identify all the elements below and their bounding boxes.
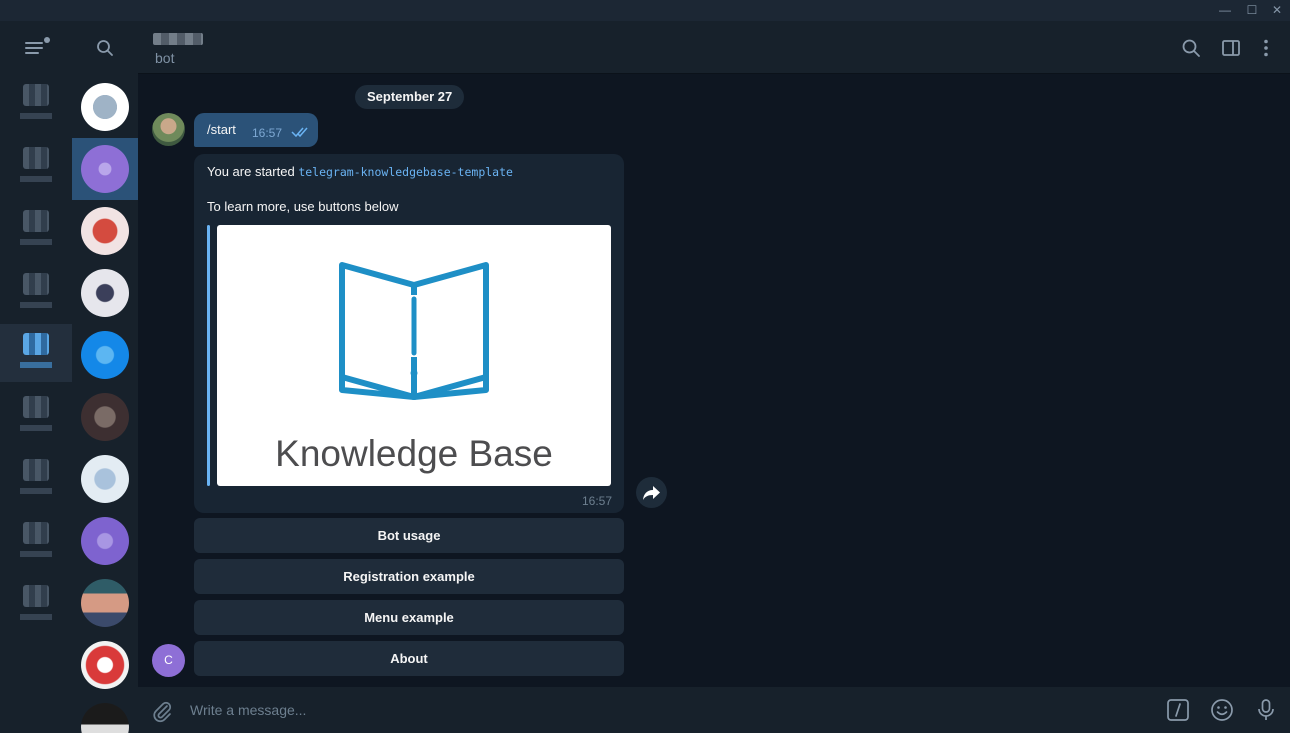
chat-list-item[interactable] bbox=[72, 262, 138, 324]
bot-button-usage[interactable]: Bot usage bbox=[194, 518, 624, 553]
folder-item[interactable] bbox=[0, 387, 72, 445]
close-button[interactable]: ✕ bbox=[1268, 2, 1286, 19]
folder-item[interactable] bbox=[0, 75, 72, 133]
peer-status: bot bbox=[155, 50, 175, 66]
avatar bbox=[81, 455, 129, 503]
chat-list-item[interactable] bbox=[72, 696, 138, 733]
chat-list-item[interactable] bbox=[72, 324, 138, 386]
avatar bbox=[81, 579, 129, 627]
message-area: September 27 /start 16:57 You are starte… bbox=[138, 75, 1290, 687]
chat-list-item[interactable] bbox=[72, 448, 138, 510]
chat-list bbox=[72, 21, 138, 733]
emoji-icon[interactable] bbox=[1210, 698, 1234, 722]
folder-item[interactable] bbox=[0, 576, 72, 634]
date-separator: September 27 bbox=[355, 85, 465, 109]
incoming-message[interactable]: You are started telegram-knowledgebase-t… bbox=[194, 154, 624, 513]
search-icon[interactable] bbox=[96, 39, 114, 57]
folder-item[interactable] bbox=[0, 138, 72, 196]
message-text: /start bbox=[207, 122, 236, 137]
folder-sidebar bbox=[0, 21, 72, 733]
sidebar-toggle-icon[interactable] bbox=[1220, 37, 1242, 59]
chat-header: bot bbox=[138, 21, 1290, 74]
chat-list-item[interactable] bbox=[72, 510, 138, 572]
slash-command-icon[interactable] bbox=[1166, 698, 1190, 722]
chat-list-item-active[interactable] bbox=[72, 138, 138, 200]
bot-button-about[interactable]: About bbox=[194, 641, 624, 676]
forward-button[interactable] bbox=[636, 477, 667, 508]
folder-item[interactable] bbox=[0, 264, 72, 322]
avatar bbox=[81, 207, 129, 255]
folder-item[interactable] bbox=[0, 450, 72, 508]
avatar bbox=[81, 145, 129, 193]
message-text-line2: To learn more, use buttons below bbox=[207, 199, 399, 214]
message-composer bbox=[138, 687, 1290, 733]
avatar bbox=[81, 83, 129, 131]
avatar bbox=[81, 641, 129, 689]
link-preview-bar bbox=[207, 225, 210, 486]
maximize-button[interactable]: ☐ bbox=[1243, 2, 1261, 19]
inline-code: telegram-knowledgebase-template bbox=[298, 165, 513, 179]
more-vertical-icon[interactable] bbox=[1255, 37, 1277, 59]
peer-name-blurred[interactable] bbox=[153, 33, 203, 45]
chat-list-item[interactable] bbox=[72, 634, 138, 696]
message-time: 16:57 bbox=[252, 126, 283, 140]
avatar bbox=[81, 269, 129, 317]
paperclip-icon[interactable] bbox=[150, 699, 174, 723]
book-logo-icon bbox=[339, 262, 489, 400]
message-time: 16:57 bbox=[581, 494, 612, 508]
outgoing-message[interactable]: /start 16:57 bbox=[194, 113, 318, 147]
forward-icon bbox=[643, 486, 660, 500]
avatar bbox=[81, 703, 129, 733]
knowledge-base-title: Knowledge Base bbox=[275, 433, 553, 474]
window-titlebar: — ☐ ✕ bbox=[0, 0, 1290, 21]
folder-item[interactable] bbox=[0, 201, 72, 259]
chat-list-item[interactable] bbox=[72, 386, 138, 448]
minimize-button[interactable]: — bbox=[1216, 2, 1234, 19]
link-preview-image[interactable]: Knowledge Base bbox=[217, 225, 611, 486]
avatar[interactable] bbox=[152, 113, 185, 146]
avatar bbox=[81, 517, 129, 565]
microphone-icon[interactable] bbox=[1254, 698, 1278, 722]
avatar bbox=[81, 331, 129, 379]
chat-list-item[interactable] bbox=[72, 200, 138, 262]
folder-item[interactable] bbox=[0, 513, 72, 571]
message-text: You are started telegram-knowledgebase-t… bbox=[207, 164, 513, 179]
folder-item-active[interactable] bbox=[0, 324, 72, 382]
chat-list-item[interactable] bbox=[72, 572, 138, 634]
avatar[interactable]: C bbox=[152, 644, 185, 677]
bot-button-menu[interactable]: Menu example bbox=[194, 600, 624, 635]
avatar bbox=[81, 393, 129, 441]
message-input[interactable] bbox=[190, 695, 1150, 725]
menu-icon[interactable] bbox=[22, 37, 50, 59]
chat-list-item[interactable] bbox=[72, 76, 138, 138]
search-icon[interactable] bbox=[1180, 37, 1202, 59]
bot-button-registration[interactable]: Registration example bbox=[194, 559, 624, 594]
double-check-icon bbox=[291, 127, 308, 138]
